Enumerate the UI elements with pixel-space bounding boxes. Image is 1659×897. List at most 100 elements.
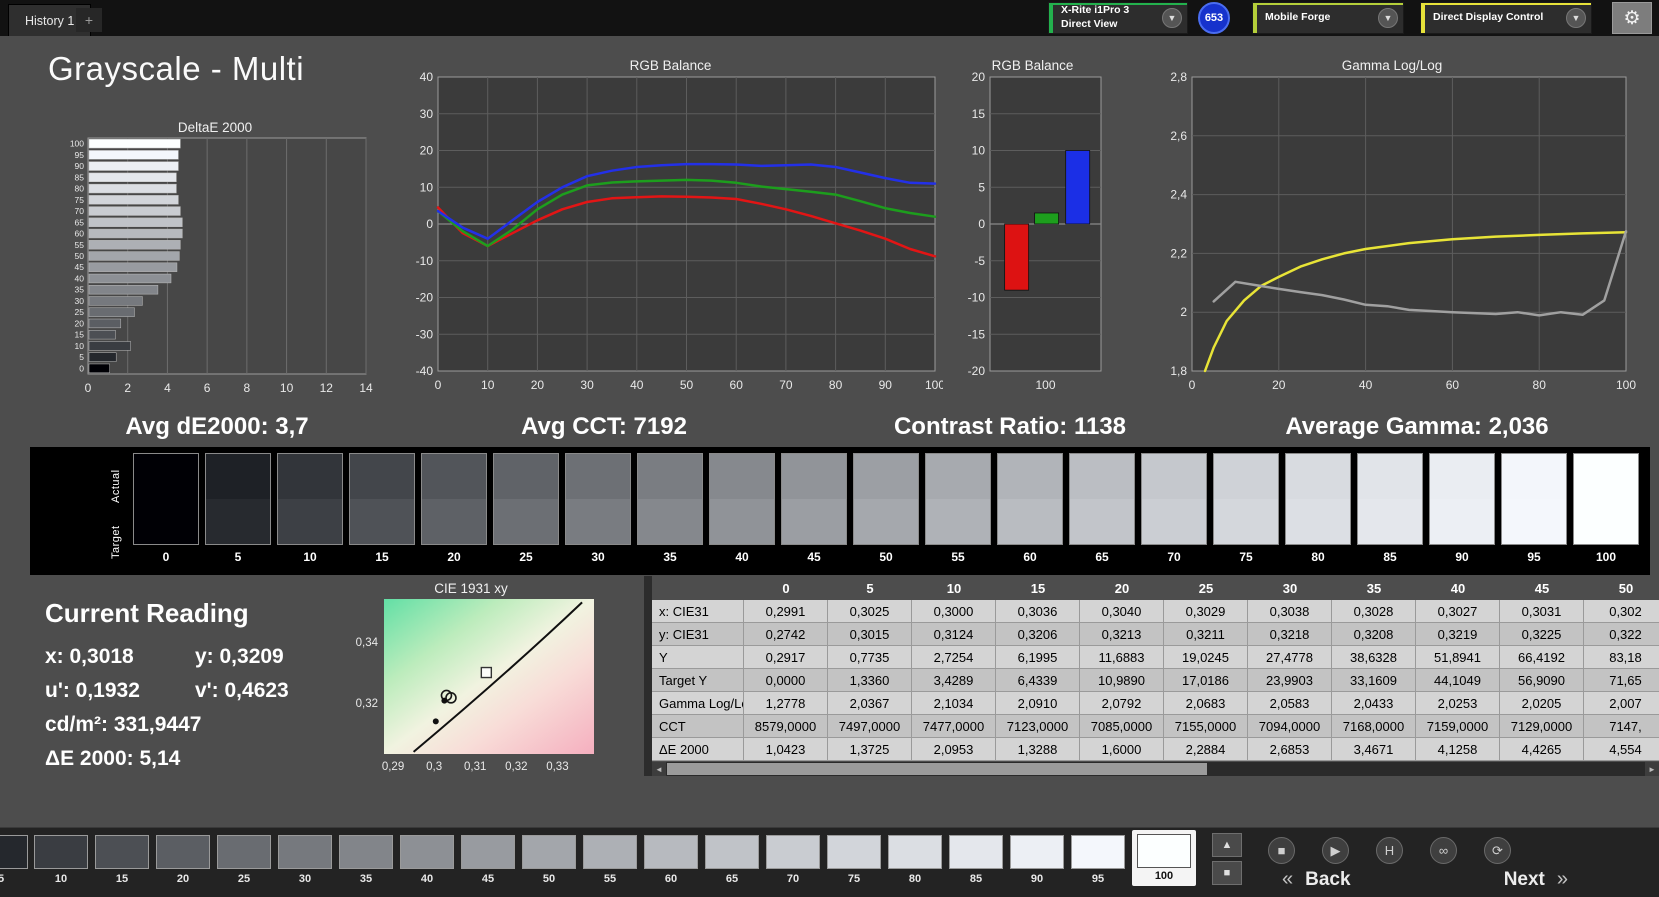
svg-text:-20: -20 <box>416 291 434 305</box>
pattern-window-button[interactable]: ■ <box>1212 861 1242 885</box>
scroll-right-button[interactable]: ► <box>1645 762 1659 776</box>
pattern-swatch <box>522 835 576 869</box>
table-row-label: x: CIE31 <box>652 600 744 623</box>
table-row[interactable]: Target Y 0,0000 1,3360 3,4289 6,4339 10,9890 1… <box>652 669 1659 692</box>
svg-text:90: 90 <box>75 161 85 171</box>
table-column-header: 35 <box>1366 580 1382 596</box>
settings-button[interactable]: ⚙ <box>1612 2 1652 34</box>
workflow-accent-topline <box>1253 3 1403 5</box>
svg-text:80: 80 <box>1533 378 1547 392</box>
add-tab-button[interactable]: + <box>76 8 102 32</box>
gamma-chart-title: Gamma Log/Log <box>1341 58 1443 73</box>
pattern-level-label: 100 <box>1154 870 1174 882</box>
pattern-level-button-95[interactable]: 95 <box>1071 835 1125 885</box>
grayscale-swatch-20: 20 <box>421 453 487 575</box>
next-button[interactable]: Next <box>1504 869 1545 891</box>
table-row[interactable]: ΔE 2000 1,0423 1,3725 2,0953 1,3288 1,6000 2,2… <box>652 738 1659 761</box>
svg-text:10: 10 <box>280 381 294 395</box>
table-row[interactable]: Gamma Log/Log1,27782,03672,10342,09102,0… <box>652 692 1659 715</box>
pattern-level-button-80[interactable]: 80 <box>888 835 942 885</box>
table-scrollbar[interactable]: ◄ ► <box>652 762 1659 776</box>
scroll-up-button[interactable]: ▲ <box>1212 833 1242 857</box>
pattern-level-button-30[interactable]: 30 <box>278 835 332 885</box>
svg-text:2: 2 <box>1180 305 1187 319</box>
stop-button[interactable]: ■ <box>1268 837 1295 864</box>
pattern-level-button-50[interactable]: 50 <box>522 835 576 885</box>
reading-count-badge[interactable]: 653 <box>1198 2 1230 34</box>
meter-dropdown[interactable]: X-Rite i1Pro 3 Direct View ▼ <box>1048 2 1188 34</box>
table-row[interactable]: y: CIE31 0,2742 0,3015 0,3124 0,3206 0,3213 0,… <box>652 623 1659 646</box>
pattern-level-label: 40 <box>420 873 434 885</box>
grayscale-swatch-65: 65 <box>1069 453 1135 575</box>
table-cell: 44,1049 <box>1416 669 1500 692</box>
pattern-level-button-100[interactable]: 100 <box>1132 830 1196 886</box>
pattern-level-button-70[interactable]: 70 <box>766 835 820 885</box>
table-cell: 7497,0000 <box>828 715 912 738</box>
table-cell: 0,3027 <box>1416 600 1500 623</box>
pattern-swatch <box>0 835 28 869</box>
table-cell: 38,6328 <box>1332 646 1416 669</box>
table-cell: 2,007 <box>1584 692 1659 715</box>
plus-icon: + <box>84 12 94 28</box>
table-column-header: 25 <box>1198 580 1214 596</box>
rgb-balance-bar-title: RGB Balance <box>991 58 1074 73</box>
svg-text:14: 14 <box>359 381 373 395</box>
display-control-dropdown[interactable]: Direct Display Control ▼ <box>1420 2 1592 34</box>
swatch-level-label: 0 <box>162 550 170 564</box>
back-button[interactable]: Back <box>1305 869 1350 891</box>
pattern-level-button-55[interactable]: 55 <box>583 835 637 885</box>
swatch-level-label: 20 <box>447 550 461 564</box>
svg-text:100: 100 <box>1035 378 1055 392</box>
back-chevrons-icon[interactable]: « <box>1282 868 1293 891</box>
table-row[interactable]: x: CIE31 0,2991 0,3025 0,3000 0,3036 0,3040 0,… <box>652 600 1659 623</box>
pattern-level-button-45[interactable]: 45 <box>461 835 515 885</box>
pattern-level-button-15[interactable]: 15 <box>95 835 149 885</box>
pattern-level-button-35[interactable]: 35 <box>339 835 393 885</box>
svg-text:5: 5 <box>79 352 84 362</box>
workflow-dropdown[interactable]: Mobile Forge ▼ <box>1252 2 1404 34</box>
table-cell: 2,0433 <box>1332 692 1416 715</box>
scrollbar-thumb[interactable] <box>667 763 1207 775</box>
pattern-level-label: 35 <box>359 873 373 885</box>
svg-text:85: 85 <box>75 172 85 182</box>
next-chevrons-icon[interactable]: » <box>1557 868 1568 891</box>
swatch-level-label: 95 <box>1527 550 1541 564</box>
pattern-level-button-85[interactable]: 85 <box>949 835 1003 885</box>
svg-text:-10: -10 <box>416 254 434 268</box>
table-row[interactable]: Y 0,2917 0,7735 2,7254 6,1995 11,6883 19,0245 2… <box>652 646 1659 669</box>
scroll-left-button[interactable]: ◄ <box>652 762 666 776</box>
swatch-level-label: 10 <box>303 550 317 564</box>
pattern-level-button-40[interactable]: 40 <box>400 835 454 885</box>
svg-text:60: 60 <box>1446 378 1460 392</box>
chevron-down-icon[interactable]: ▼ <box>1162 8 1182 28</box>
pattern-level-button-5[interactable]: 5 <box>0 835 28 885</box>
table-cell: 0,7735 <box>828 646 912 669</box>
table-row[interactable]: CCT 8579,0000 7497,0000 7477,0000 7123,0000 7… <box>652 715 1659 738</box>
chevron-down-icon[interactable]: ▼ <box>1566 8 1586 28</box>
contrast-ratio-stat: Contrast Ratio: 1138 <box>893 413 1127 440</box>
table-column-header: 15 <box>1030 580 1046 596</box>
pattern-level-button-25[interactable]: 25 <box>217 835 271 885</box>
pattern-level-button-20[interactable]: 20 <box>156 835 210 885</box>
reset-button[interactable]: ⟳ <box>1484 837 1511 864</box>
table-row-label: Gamma Log/Log <box>652 692 744 715</box>
grayscale-swatch-5: 5 <box>205 453 271 575</box>
pattern-swatch <box>1137 834 1191 868</box>
swatch-level-label: 45 <box>807 550 821 564</box>
meter-accent-bar <box>1049 3 1053 33</box>
table-cell: 66,4192 <box>1500 646 1584 669</box>
play-button[interactable]: ▶ <box>1322 837 1349 864</box>
pattern-level-button-75[interactable]: 75 <box>827 835 881 885</box>
cie-chart-title: CIE 1931 xy <box>434 581 508 596</box>
svg-text:45: 45 <box>75 262 85 272</box>
table-cell: 6,1995 <box>996 646 1080 669</box>
pattern-level-button-10[interactable]: 10 <box>34 835 88 885</box>
calibration-app-window: History 1 + X-Rite i1Pro 3 Direct View ▼… <box>0 0 1659 897</box>
reading-u: u': 0,1932 <box>45 679 140 702</box>
pattern-level-button-60[interactable]: 60 <box>644 835 698 885</box>
continuous-button[interactable]: ∞ <box>1430 837 1457 864</box>
pattern-level-button-90[interactable]: 90 <box>1010 835 1064 885</box>
capture-button[interactable]: H <box>1376 837 1403 864</box>
pattern-level-button-65[interactable]: 65 <box>705 835 759 885</box>
chevron-down-icon[interactable]: ▼ <box>1378 8 1398 28</box>
